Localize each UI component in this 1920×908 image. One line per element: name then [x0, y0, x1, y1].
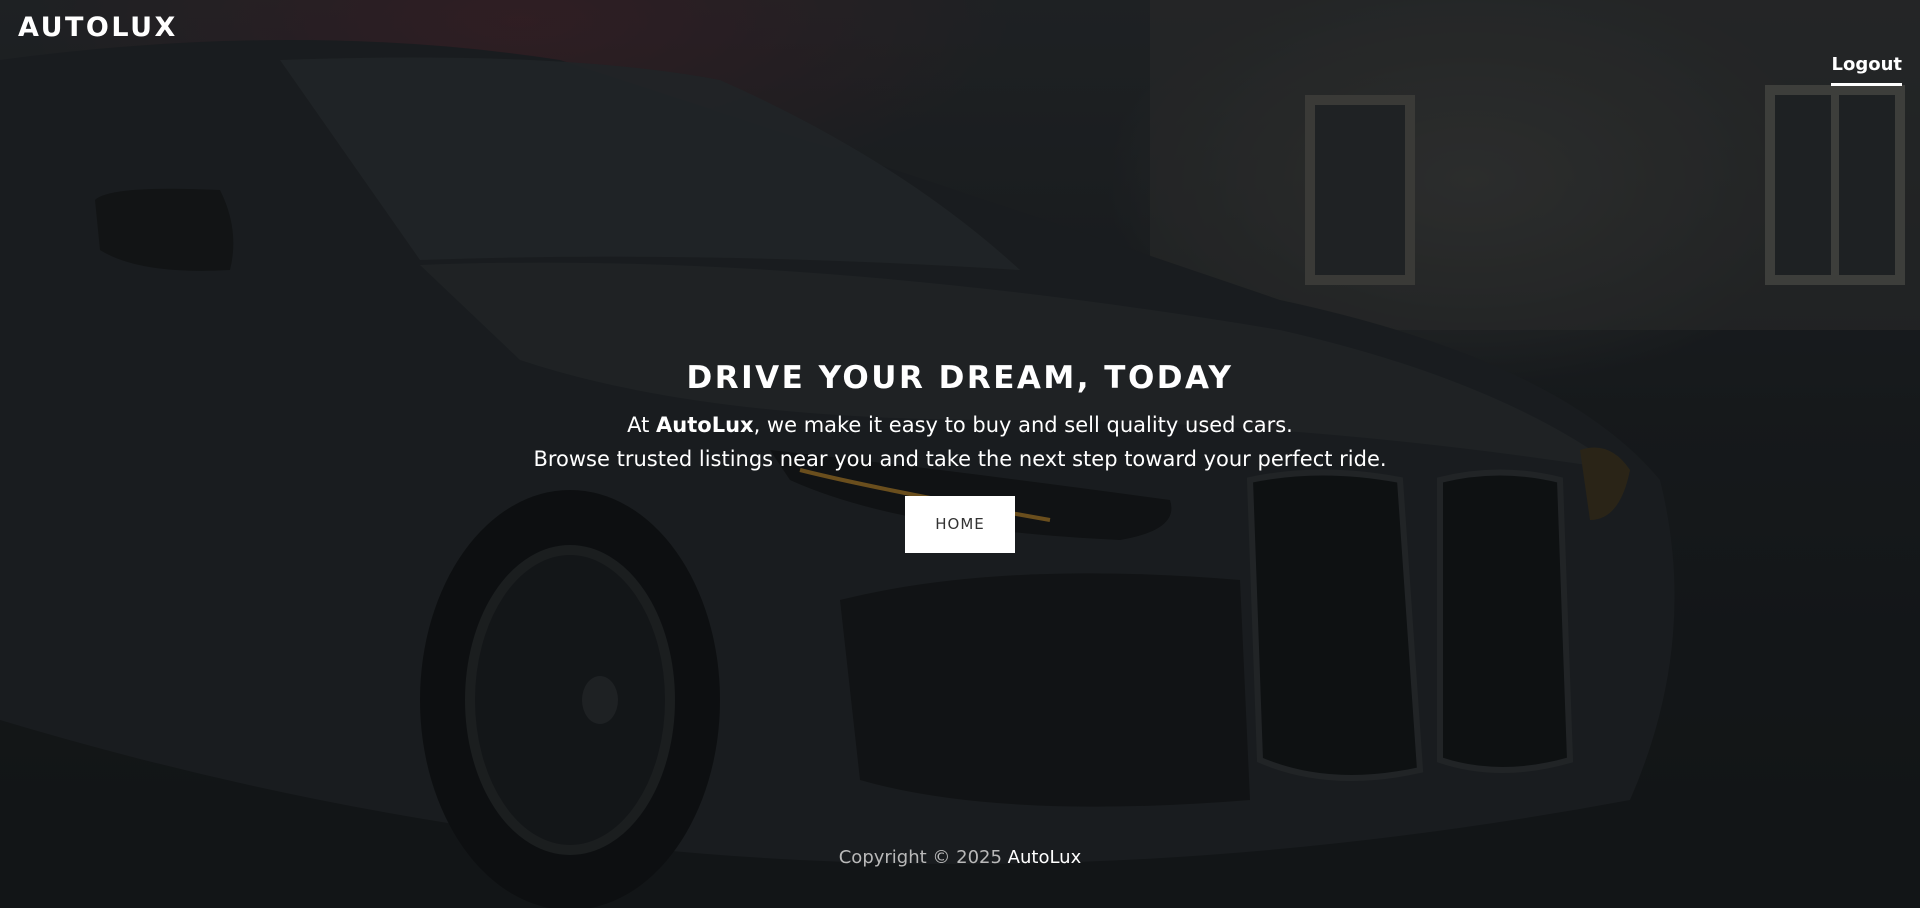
brand-logo[interactable]: AUTOLUX	[18, 12, 178, 43]
tagline-line-2: Browse trusted listings near you and tak…	[533, 447, 1387, 471]
hero-content: DRIVE YOUR DREAM, TODAY At AutoLux, we m…	[0, 360, 1920, 553]
copyright-brand: AutoLux	[1007, 847, 1082, 868]
copyright-prefix: Copyright © 2025	[838, 847, 1008, 868]
tagline-prefix: At	[627, 413, 657, 437]
hero-tagline: At AutoLux, we make it easy to buy and s…	[0, 408, 1920, 476]
logout-link[interactable]: Logout	[1831, 54, 1902, 86]
hero-headline: DRIVE YOUR DREAM, TODAY	[686, 360, 1234, 396]
home-button[interactable]: HOME	[905, 496, 1015, 553]
hero-section: AUTOLUX Logout DRIVE YOUR DREAM, TODAY A…	[0, 0, 1920, 908]
footer-copyright: Copyright © 2025 AutoLux	[0, 847, 1920, 868]
tagline-line-1: At AutoLux, we make it easy to buy and s…	[0, 408, 1920, 442]
tagline-suffix: , we make it easy to buy and sell qualit…	[753, 413, 1293, 437]
tagline-brand: AutoLux	[656, 413, 754, 437]
